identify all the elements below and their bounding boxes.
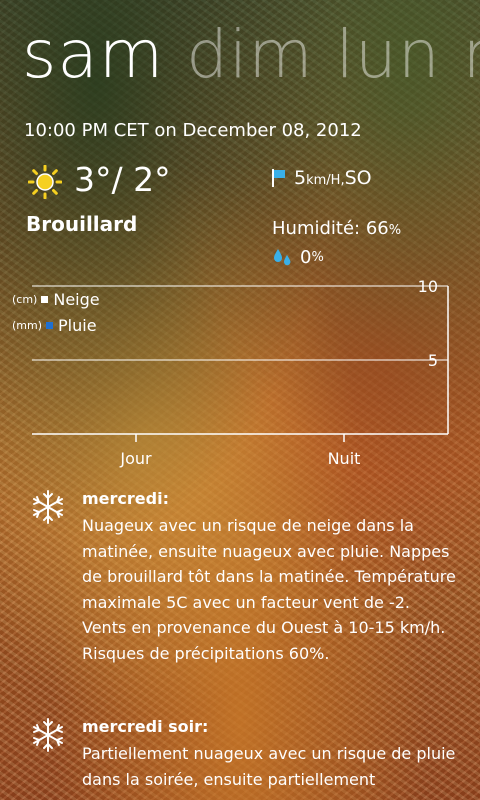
precipitation-unit: % (311, 249, 324, 265)
pivot-item-sam[interactable]: sam (22, 16, 164, 93)
weather-condition: Brouillard (26, 212, 138, 236)
pivot-item-next[interactable]: m (463, 16, 480, 93)
wind-info: 5 km/H, SO (272, 167, 372, 189)
legend-rain: (mm) Pluie (12, 316, 97, 335)
precipitation-chart: 10 5 Jour Nuit (cm) Neige (mm) Pluie (0, 270, 480, 470)
legend-snow: (cm) Neige (12, 290, 100, 309)
temperature-high-low: 3°/ 2° (74, 160, 171, 199)
pivot-item-dim[interactable]: dim (186, 16, 314, 93)
legend-snow-swatch (41, 296, 49, 303)
legend-rain-unit: (mm) (12, 319, 43, 332)
chart-y-tick-label: 10 (418, 277, 438, 296)
wind-unit: km/H, (306, 173, 345, 188)
observation-timestamp: 10:00 PM CET on December 08, 2012 (24, 120, 362, 141)
legend-rain-label: Pluie (58, 316, 97, 335)
pivot-item-lun[interactable]: lun (336, 16, 441, 93)
precipitation-info: 0% (272, 246, 324, 268)
forecast-title: mercredi: (82, 489, 169, 508)
forecast-title: mercredi soir: (82, 717, 209, 736)
legend-snow-label: Neige (53, 290, 100, 309)
legend-rain-swatch (46, 322, 54, 329)
forecast-description: Nuageux avec un risque de neige dans la … (82, 516, 456, 663)
humidity-value: Humidité: 66 (272, 218, 389, 239)
snowflake-icon (33, 490, 63, 524)
wind-speed: 5 (294, 167, 307, 189)
wind-direction: SO (344, 167, 372, 189)
precipitation-value: 0 (300, 246, 312, 268)
forecast-description: Partiellement nuageux avec un risque de … (82, 744, 456, 789)
chart-x-tick-label: Jour (119, 449, 152, 468)
snowflake-icon (33, 718, 63, 752)
humidity-info: Humidité: 66% (272, 218, 401, 239)
chart-y-tick-label: 5 (428, 351, 438, 370)
day-pivot: samdimlunm (22, 22, 480, 88)
humidity-unit: % (388, 223, 402, 238)
legend-snow-unit: (cm) (12, 293, 38, 306)
chart-x-tick-label: Nuit (328, 449, 361, 468)
forecast-item: mercredi soir: Partiellement nuageux ave… (30, 717, 460, 800)
forecast-item: mercredi: Nuageux avec un risque de neig… (30, 489, 460, 699)
wind-flag-icon (272, 169, 285, 187)
sun-icon (28, 165, 62, 199)
raindrops-icon (274, 249, 291, 266)
